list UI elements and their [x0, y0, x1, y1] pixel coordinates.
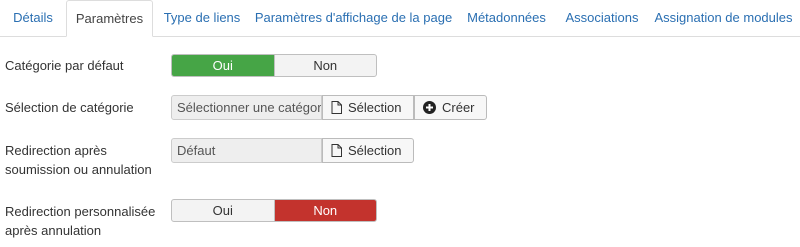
custom-redirect-label-line2: après annulation — [5, 223, 102, 238]
tab-type-de-liens[interactable]: Type de liens — [153, 0, 251, 37]
create-category-button[interactable]: Créer — [414, 95, 487, 120]
category-select-button-label: Sélection — [348, 100, 402, 115]
default-category-label: Catégorie par défaut — [5, 58, 124, 73]
redirect-label-line1: Redirection après — [5, 143, 107, 158]
category-select-field: Sélectionner une catégorie — [171, 95, 322, 120]
file-icon — [331, 101, 342, 114]
tab-associations[interactable]: Associations — [557, 0, 647, 37]
custom-redirect-yes-option[interactable]: Oui — [172, 200, 274, 221]
redirect-select-button-label: Sélection — [348, 143, 402, 158]
create-category-button-label: Créer — [442, 100, 475, 115]
redirect-label-line2: soumission ou annulation — [5, 162, 152, 177]
redirect-field: Défaut — [171, 138, 322, 163]
default-category-no-option[interactable]: Non — [273, 55, 377, 76]
default-category-toggle: Oui Non — [171, 54, 377, 77]
default-category-yes-option[interactable]: Oui — [172, 55, 274, 76]
redirect-select-button[interactable]: Sélection — [322, 138, 414, 163]
tab-page-display[interactable]: Paramètres d'affichage de la page — [251, 0, 456, 37]
custom-redirect-label-line1: Redirection personnalisée — [5, 204, 156, 219]
plus-circle-icon — [423, 101, 436, 114]
tab-bar: Détails Paramètres Type de liens Paramèt… — [0, 0, 800, 37]
custom-redirect-no-option[interactable]: Non — [273, 200, 376, 221]
tab-metadonnees[interactable]: Métadonnées — [456, 0, 557, 37]
tab-module-assignment[interactable]: Assignation de modules — [647, 0, 800, 37]
tab-details[interactable]: Détails — [0, 0, 66, 37]
category-select-button[interactable]: Sélection — [322, 95, 414, 120]
file-icon — [331, 144, 342, 157]
redirect-label: Redirection après soumission ou annulati… — [5, 141, 152, 179]
custom-redirect-toggle: Oui Non — [171, 199, 377, 222]
custom-redirect-label: Redirection personnalisée après annulati… — [5, 202, 155, 240]
category-select-label: Sélection de catégorie — [5, 100, 134, 115]
tab-parametres[interactable]: Paramètres — [66, 0, 153, 37]
